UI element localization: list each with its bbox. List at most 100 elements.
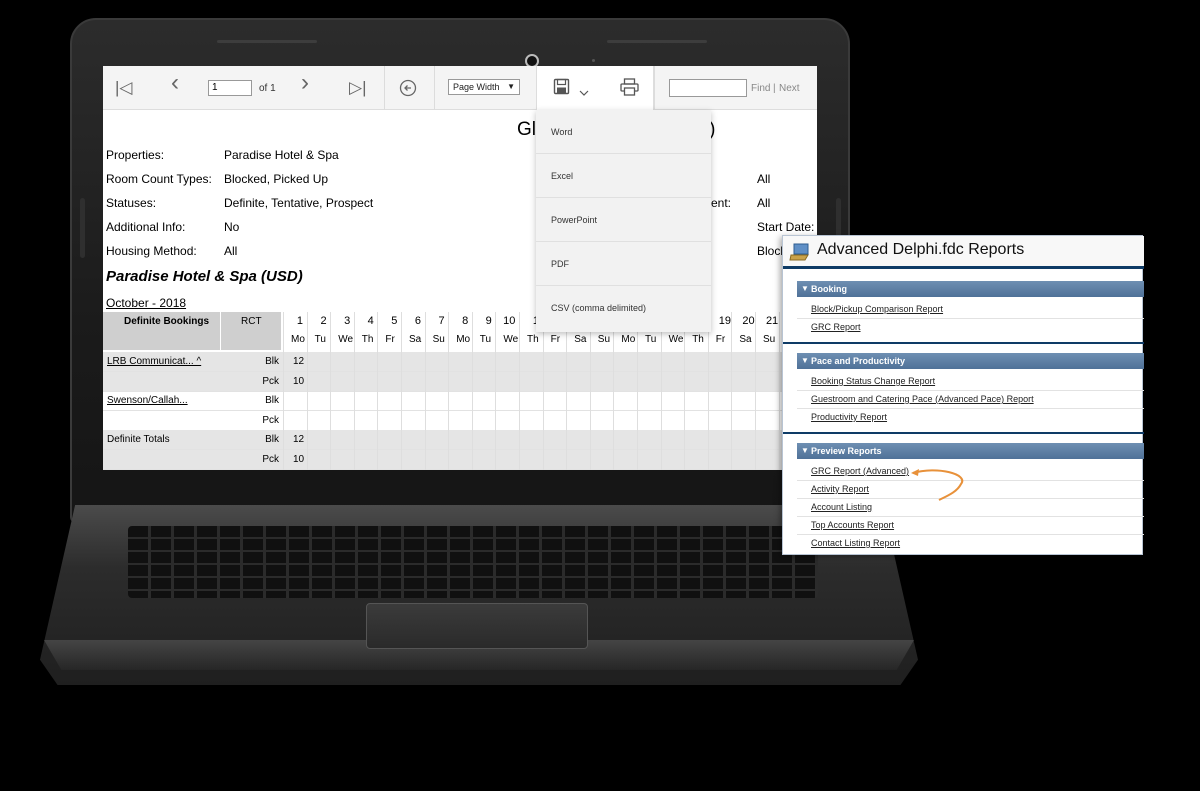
previous-page-icon[interactable]: ‹ [171,71,179,95]
find-link[interactable]: Find [751,83,770,94]
print-icon[interactable] [620,78,639,100]
panel-header: Advanced Delphi.fdc Reports [783,236,1144,269]
row-value: 12 [293,434,305,446]
row-rct: Blk [265,395,279,407]
day-number: 8 [462,315,469,327]
link-block-pickup[interactable]: Block/Pickup Comparison Report [811,304,943,314]
bookings-grid: Definite Bookings RCT 123456789101192021… [103,312,817,470]
grid-column-line [424,312,426,470]
day-number: 4 [367,315,374,327]
grid-column-line [495,312,497,470]
link-productivity[interactable]: Productivity Report [811,412,887,422]
day-number: 7 [438,315,445,327]
find-input[interactable] [669,79,747,97]
zoom-select[interactable]: Page Width ▼ [448,79,520,95]
next-page-icon[interactable]: › [301,71,309,95]
table-row: LRB Communicat... ^ Blk 12 [103,352,817,372]
day-name: Mo [456,334,471,345]
day-number: 6 [414,315,421,327]
day-name: Sa [739,334,752,345]
day-name: Tu [479,334,492,345]
day-number: 3 [344,315,351,327]
param-value: No [224,220,240,234]
export-word[interactable]: Word [536,110,711,154]
link-grc-report[interactable]: GRC Report [811,322,861,332]
section-title: Preview Reports [811,446,882,456]
grid-column-line [613,312,615,470]
day-name: Sa [574,334,587,345]
day-number: 5 [391,315,398,327]
section-preview[interactable]: ▼ Preview Reports [797,443,1144,459]
collapse-triangle-icon: ▼ [801,446,809,455]
section-title: Booking [811,284,847,294]
export-excel[interactable]: Excel [536,154,711,198]
param-label: Housing Method: [106,244,197,258]
link-booking-status[interactable]: Booking Status Change Report [811,376,935,386]
header-definite-bookings: Definite Bookings [124,316,210,327]
grid-column-line [283,312,284,470]
report-viewer-toolbar: |◁ ‹ 1 of 1 › ▷| Page Width ▼ Find | Nex… [103,66,817,110]
toolbar-separator [384,66,385,110]
row-value: 10 [293,375,305,387]
export-csv[interactable]: CSV (comma delimited) [536,286,711,330]
save-icon [553,78,570,99]
row-name[interactable]: LRB Communicat... ^ [107,356,201,367]
section-divider [783,342,1144,344]
day-number: 10 [503,315,516,327]
highlight-arrow-icon [911,469,964,501]
toolbar-separator [654,66,655,110]
chevron-down-icon [579,83,589,101]
keyboard [128,526,818,598]
link-top-accounts[interactable]: Top Accounts Report [811,520,894,530]
link-activity[interactable]: Activity Report [811,484,869,494]
day-number: 21 [765,315,779,327]
page-number-input[interactable]: 1 [208,80,252,96]
link-account-listing[interactable]: Account Listing [811,502,872,512]
chevron-down-icon: ▼ [507,82,515,91]
grid-column-line [542,312,544,470]
export-powerpoint[interactable]: PowerPoint [536,198,711,242]
grid-column-line [660,312,662,470]
table-row: Swenson/Callah... Blk [103,391,817,412]
find-next-link[interactable]: Next [779,83,800,94]
divider [797,480,1144,481]
day-number: 20 [742,315,755,327]
webcam-led [592,59,595,62]
grid-column-line [330,312,332,470]
header-rct: RCT [241,316,262,327]
row-value: 10 [293,454,305,465]
laptop-icon [789,243,809,261]
day-name: Mo [291,334,305,345]
first-page-icon[interactable]: |◁ [115,79,133,97]
divider [797,534,1144,535]
section-booking[interactable]: ▼ Booking [797,281,1144,297]
day-name: Fr [385,334,395,345]
row-rct: Blk [265,434,279,446]
row-rct: Pck [262,454,279,465]
grid-column-line [637,312,638,470]
grid-column-line [589,312,591,470]
section-pace[interactable]: ▼ Pace and Productivity [797,353,1144,369]
back-to-parent-icon[interactable] [399,79,417,101]
link-contact-listing[interactable]: Contact Listing Report [811,538,900,548]
touchpad [366,603,588,649]
grid-column-line [707,312,709,470]
divider [797,390,1144,391]
row-name[interactable]: Swenson/Callah... [107,395,188,406]
param-value: All [757,172,771,186]
param-value: Blocked, Picked Up [224,172,329,186]
panel-title: Advanced Delphi.fdc Reports [817,241,1025,258]
table-row: Pck 10 [103,371,817,392]
grid-column-line [471,312,473,470]
link-grc-advanced[interactable]: GRC Report (Advanced) [811,466,909,476]
last-page-icon[interactable]: ▷| [349,79,367,97]
link-guestroom-pace[interactable]: Guestroom and Catering Pace (Advanced Pa… [811,394,1034,404]
row-value: 12 [293,356,305,367]
param-value: All [757,196,771,210]
grid-column-line [731,312,733,470]
grid-column-line [519,312,520,470]
grid-column-line [755,312,756,470]
day-name: Tu [314,334,326,345]
export-dropdown: Word Excel PowerPoint PDF CSV (comma del… [536,110,711,332]
export-pdf[interactable]: PDF [536,242,711,286]
